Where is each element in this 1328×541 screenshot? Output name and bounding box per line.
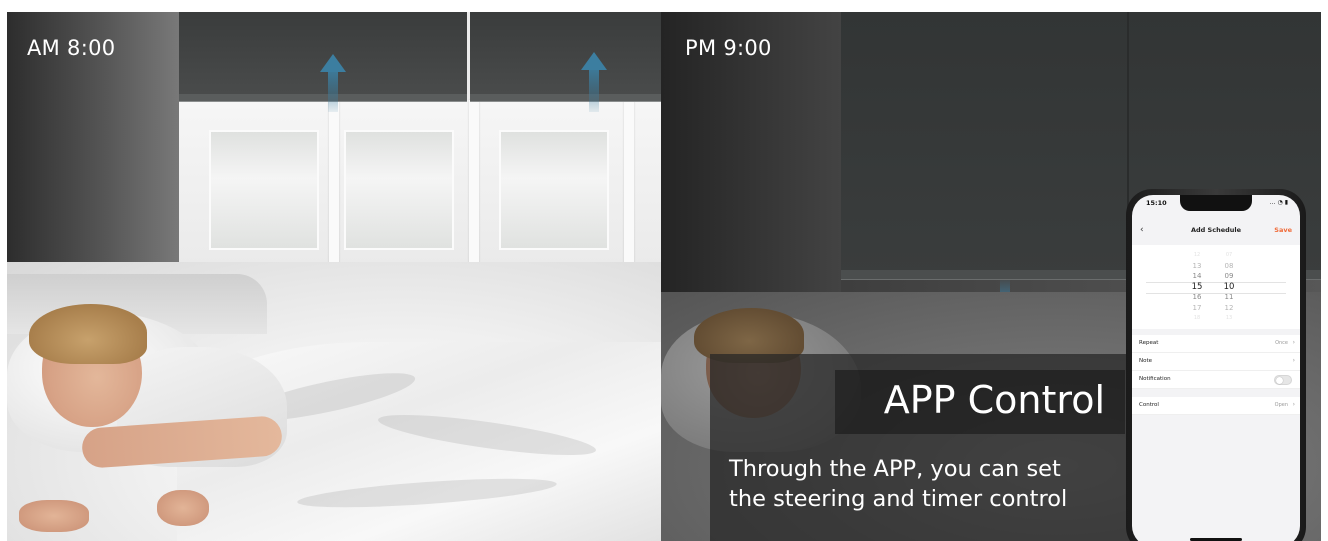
promo-description-line: the steering and timer control: [729, 486, 1068, 512]
minute-option[interactable]: 07: [1214, 250, 1244, 261]
blind-rail: [179, 94, 467, 102]
hour-option[interactable]: 14: [1182, 271, 1212, 282]
morning-scene: AM 8:00: [7, 12, 661, 541]
schedule-nav-bar: ‹ Add Schedule Save: [1132, 223, 1300, 241]
repeat-row[interactable]: Repeat Once ›: [1132, 335, 1300, 353]
time-picker[interactable]: 12 13 14 15 16 17 18 07 08 09 10 11 12 1…: [1132, 245, 1300, 329]
sleeping-person-hair: [29, 304, 147, 364]
status-time: 15:10: [1146, 199, 1167, 207]
hour-option[interactable]: 16: [1182, 292, 1212, 303]
control-row[interactable]: Control Open ›: [1132, 397, 1300, 415]
control-value: Open: [1274, 402, 1288, 408]
smartphone-mockup: 15:10 … ◔ ▮ ‹ Add Schedule Save 12 13 14…: [1126, 189, 1306, 541]
arrow-up-icon: [581, 52, 607, 70]
status-icons: … ◔ ▮: [1269, 199, 1288, 206]
settings-divider: [1132, 389, 1300, 397]
hour-selected[interactable]: 15: [1182, 282, 1212, 293]
minute-option[interactable]: 09: [1214, 271, 1244, 282]
phone-notch: [1180, 195, 1252, 211]
roller-blind-right: [470, 12, 661, 98]
chevron-right-icon: ›: [1292, 339, 1295, 346]
minute-option[interactable]: 11: [1214, 292, 1244, 303]
morning-time-label: AM 8:00: [27, 36, 116, 60]
minute-option[interactable]: 08: [1214, 261, 1244, 272]
control-label: Control: [1139, 402, 1159, 408]
hour-wheel[interactable]: 12 13 14 15 16 17 18: [1182, 250, 1212, 324]
save-button[interactable]: Save: [1274, 226, 1292, 234]
sleeping-person-hand: [157, 490, 209, 526]
note-row[interactable]: Note ›: [1132, 353, 1300, 371]
minute-option[interactable]: 12: [1214, 303, 1244, 314]
minute-option[interactable]: 13: [1214, 313, 1244, 324]
hour-option[interactable]: 17: [1182, 303, 1212, 314]
schedule-settings-list: Repeat Once › Note › Notification Contro…: [1132, 335, 1300, 415]
hour-option[interactable]: 18: [1182, 313, 1212, 324]
promo-description: Through the APP, you can set the steerin…: [729, 454, 1119, 514]
note-label: Note: [1139, 358, 1153, 364]
toggle-knob: [1276, 377, 1283, 384]
arrow-up-icon: [320, 54, 346, 72]
sleeping-person-hand: [19, 500, 89, 532]
blind-rail: [470, 94, 661, 102]
chevron-right-icon: ›: [1292, 357, 1295, 364]
repeat-label: Repeat: [1139, 340, 1159, 346]
chevron-right-icon: ›: [1292, 401, 1295, 408]
hour-option[interactable]: 12: [1182, 250, 1212, 261]
notification-toggle[interactable]: [1274, 375, 1292, 385]
minute-wheel[interactable]: 07 08 09 10 11 12 13: [1214, 250, 1244, 324]
phone-screen: 15:10 … ◔ ▮ ‹ Add Schedule Save 12 13 14…: [1132, 195, 1300, 541]
up-arrow-stem: [589, 70, 599, 112]
minute-selected[interactable]: 10: [1214, 282, 1244, 293]
up-arrow-stem: [328, 72, 338, 112]
comparison-image: AM 8:00 PM 9:00 APP Control Through the …: [7, 12, 1321, 541]
repeat-value: Once: [1275, 340, 1288, 346]
notification-label: Notification: [1139, 376, 1171, 382]
notification-row: Notification: [1132, 371, 1300, 389]
night-time-label: PM 9:00: [685, 36, 772, 60]
promo-title: APP Control: [883, 378, 1105, 422]
promo-description-line: Through the APP, you can set: [729, 456, 1061, 482]
hour-option[interactable]: 13: [1182, 261, 1212, 272]
